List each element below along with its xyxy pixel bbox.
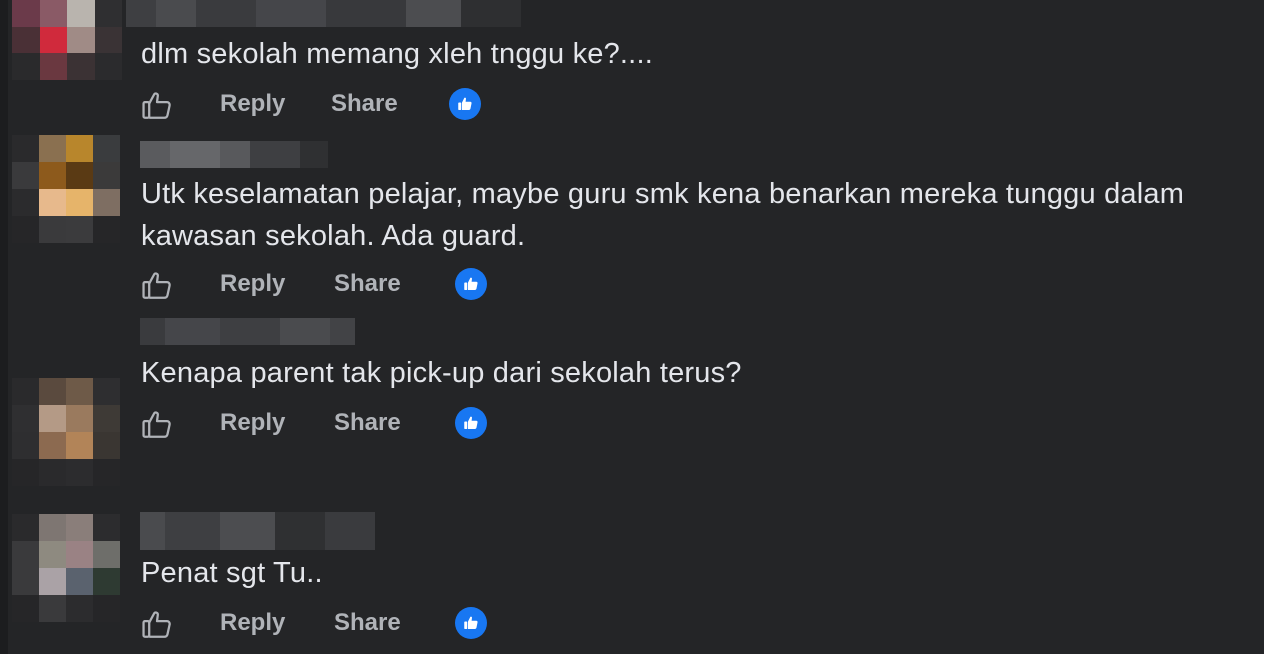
avatar-blurred[interactable] [12,514,120,622]
avatar-blurred[interactable] [12,378,120,486]
share-button[interactable]: Share [334,409,401,437]
avatar-blurred[interactable] [12,135,120,243]
share-button[interactable]: Share [334,270,401,298]
like-reaction-icon[interactable] [455,407,487,439]
panel-edge [0,0,8,654]
author-name-blurred[interactable] [140,512,375,550]
thumbs-up-outline-icon[interactable] [140,88,174,122]
comment-actions: Reply Share [140,605,500,645]
reply-button[interactable]: Reply [220,409,285,437]
reply-button[interactable]: Reply [220,270,285,298]
avatar-blurred[interactable] [12,0,122,80]
reply-button[interactable]: Reply [220,609,285,637]
thumbs-up-outline-icon[interactable] [140,607,174,641]
reply-button[interactable]: Reply [220,90,285,118]
comments-panel: dlm sekolah memang xleh tnggu ke?.... Re… [0,0,1264,654]
like-reaction-icon[interactable] [455,268,487,300]
comment-text: dlm sekolah memang xleh tnggu ke?.... [141,38,653,70]
like-reaction-icon[interactable] [455,607,487,639]
comment-actions: Reply Share [140,266,500,306]
author-name-blurred[interactable] [140,141,328,168]
comment-text: Penat sgt Tu.. [141,557,323,589]
author-name-blurred[interactable] [126,0,521,27]
comment-text: Utk keselamatan pelajar, maybe guru smk … [141,178,1185,252]
share-button[interactable]: Share [334,609,401,637]
author-name-blurred[interactable] [140,318,355,345]
like-reaction-icon[interactable] [449,88,481,120]
comment-actions: Reply Share [140,405,500,445]
comment-actions: Reply Share [140,86,500,126]
share-button[interactable]: Share [331,90,398,118]
thumbs-up-outline-icon[interactable] [140,268,174,302]
thumbs-up-outline-icon[interactable] [140,407,174,441]
comment-text: Kenapa parent tak pick-up dari sekolah t… [141,357,742,389]
